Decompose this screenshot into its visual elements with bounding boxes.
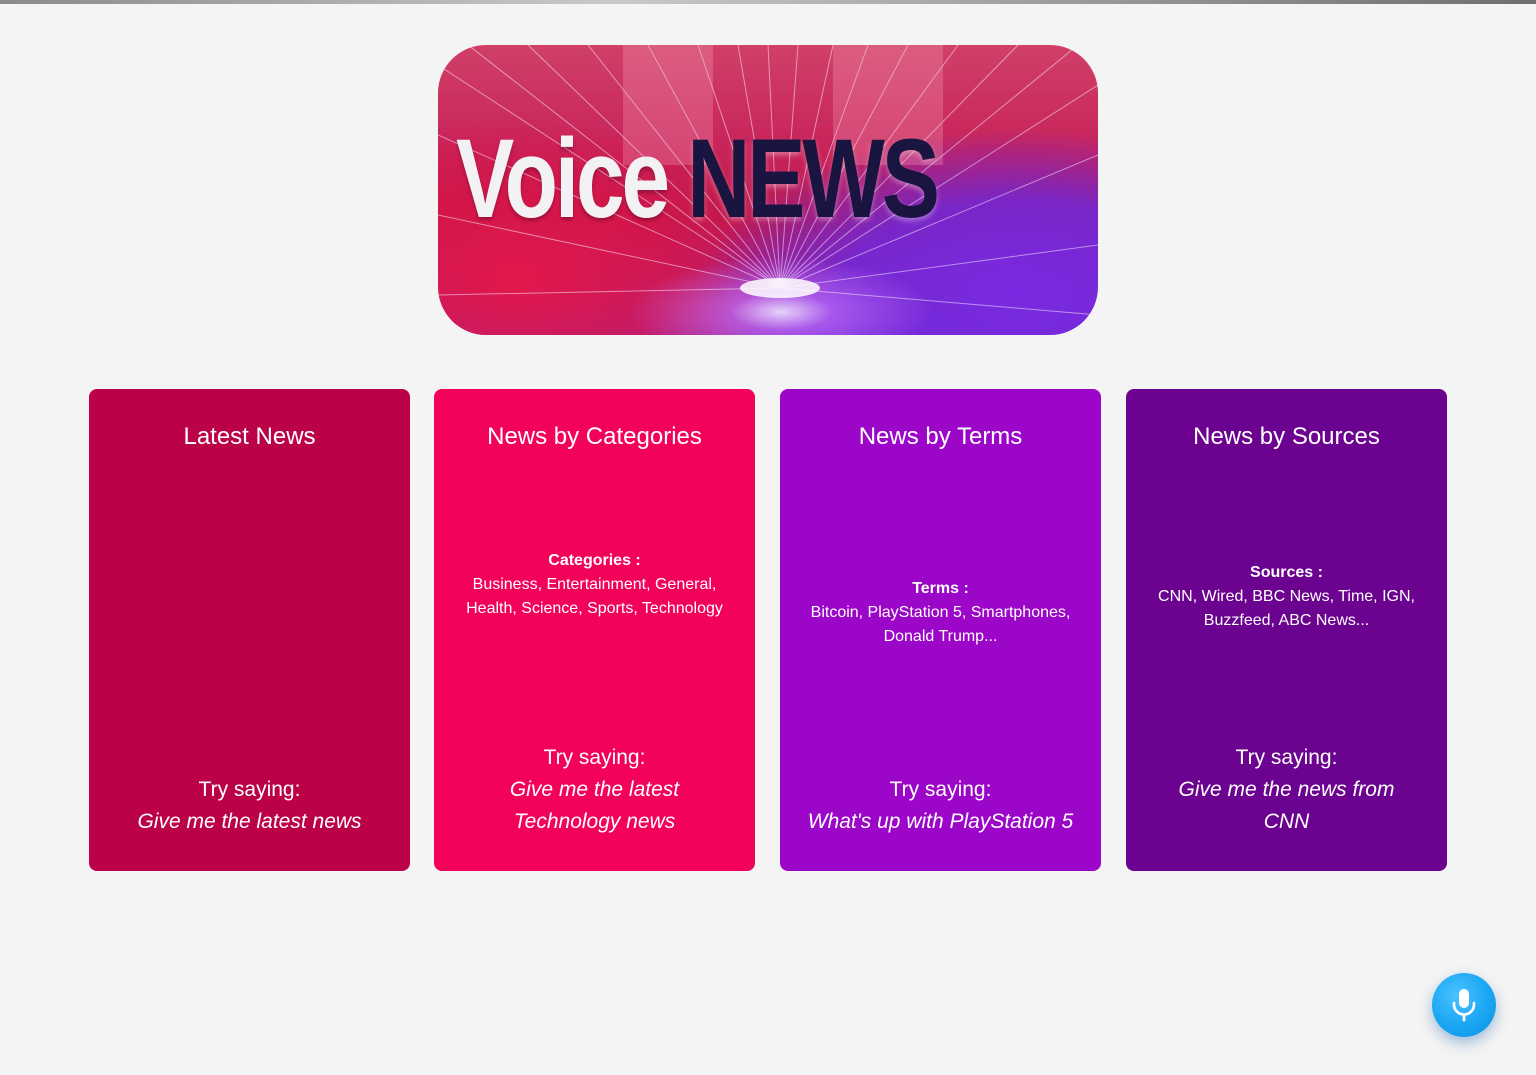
browser-top-edge [0,0,1536,4]
categories-info: Categories : Business, Entertainment, Ge… [464,549,725,621]
example-phrase: Give me the latest news [137,810,362,833]
card-news-by-categories: News by Categories Categories : Business… [434,389,755,871]
info-heading: Categories : [548,552,641,569]
voice-news-logo-banner: Voice NEWS [438,45,1098,335]
try-saying-block: Try saying: Give me the news from CNN [1146,742,1427,838]
voice-assistant-mic-button[interactable] [1432,973,1496,1037]
sources-info: Sources : CNN, Wired, BBC News, Time, IG… [1156,561,1417,633]
banner-title: Voice NEWS [456,123,955,235]
try-saying-label: Try saying: [1235,746,1338,769]
card-latest-news: Latest News Try saying: Give me the late… [89,389,410,871]
try-saying-block: Try saying: Give me the latest news [109,774,390,838]
try-saying-block: Try saying: Give me the latest Technolog… [454,742,735,838]
banner-word-news: NEWS [687,116,940,241]
card-title: News by Categories [487,423,702,450]
info-heading: Terms : [912,580,969,597]
try-saying-label: Try saying: [889,778,992,801]
card-news-by-sources: News by Sources Sources : CNN, Wired, BB… [1126,389,1447,871]
card-news-by-terms: News by Terms Terms : Bitcoin, PlayStati… [780,389,1101,871]
try-saying-label: Try saying: [543,746,646,769]
microphone-icon [1452,989,1476,1022]
terms-info: Terms : Bitcoin, PlayStation 5, Smartpho… [810,577,1071,649]
card-title: News by Sources [1193,423,1380,450]
try-saying-block: Try saying: What's up with PlayStation 5 [800,774,1081,838]
example-phrase: What's up with PlayStation 5 [807,810,1074,833]
info-heading: Sources : [1250,564,1323,581]
example-phrase: Give me the news from CNN [1178,778,1395,833]
info-text: CNN, Wired, BBC News, Time, IGN, Buzzfee… [1158,588,1415,629]
example-phrase: Give me the latest Technology news [509,778,680,833]
banner-word-voice: Voice [456,116,670,241]
try-saying-label: Try saying: [198,778,301,801]
info-text: Bitcoin, PlayStation 5, Smartphones, Don… [810,604,1071,645]
info-text: Business, Entertainment, General, Health… [466,576,723,617]
card-title: Latest News [183,423,316,450]
card-title: News by Terms [858,423,1023,450]
